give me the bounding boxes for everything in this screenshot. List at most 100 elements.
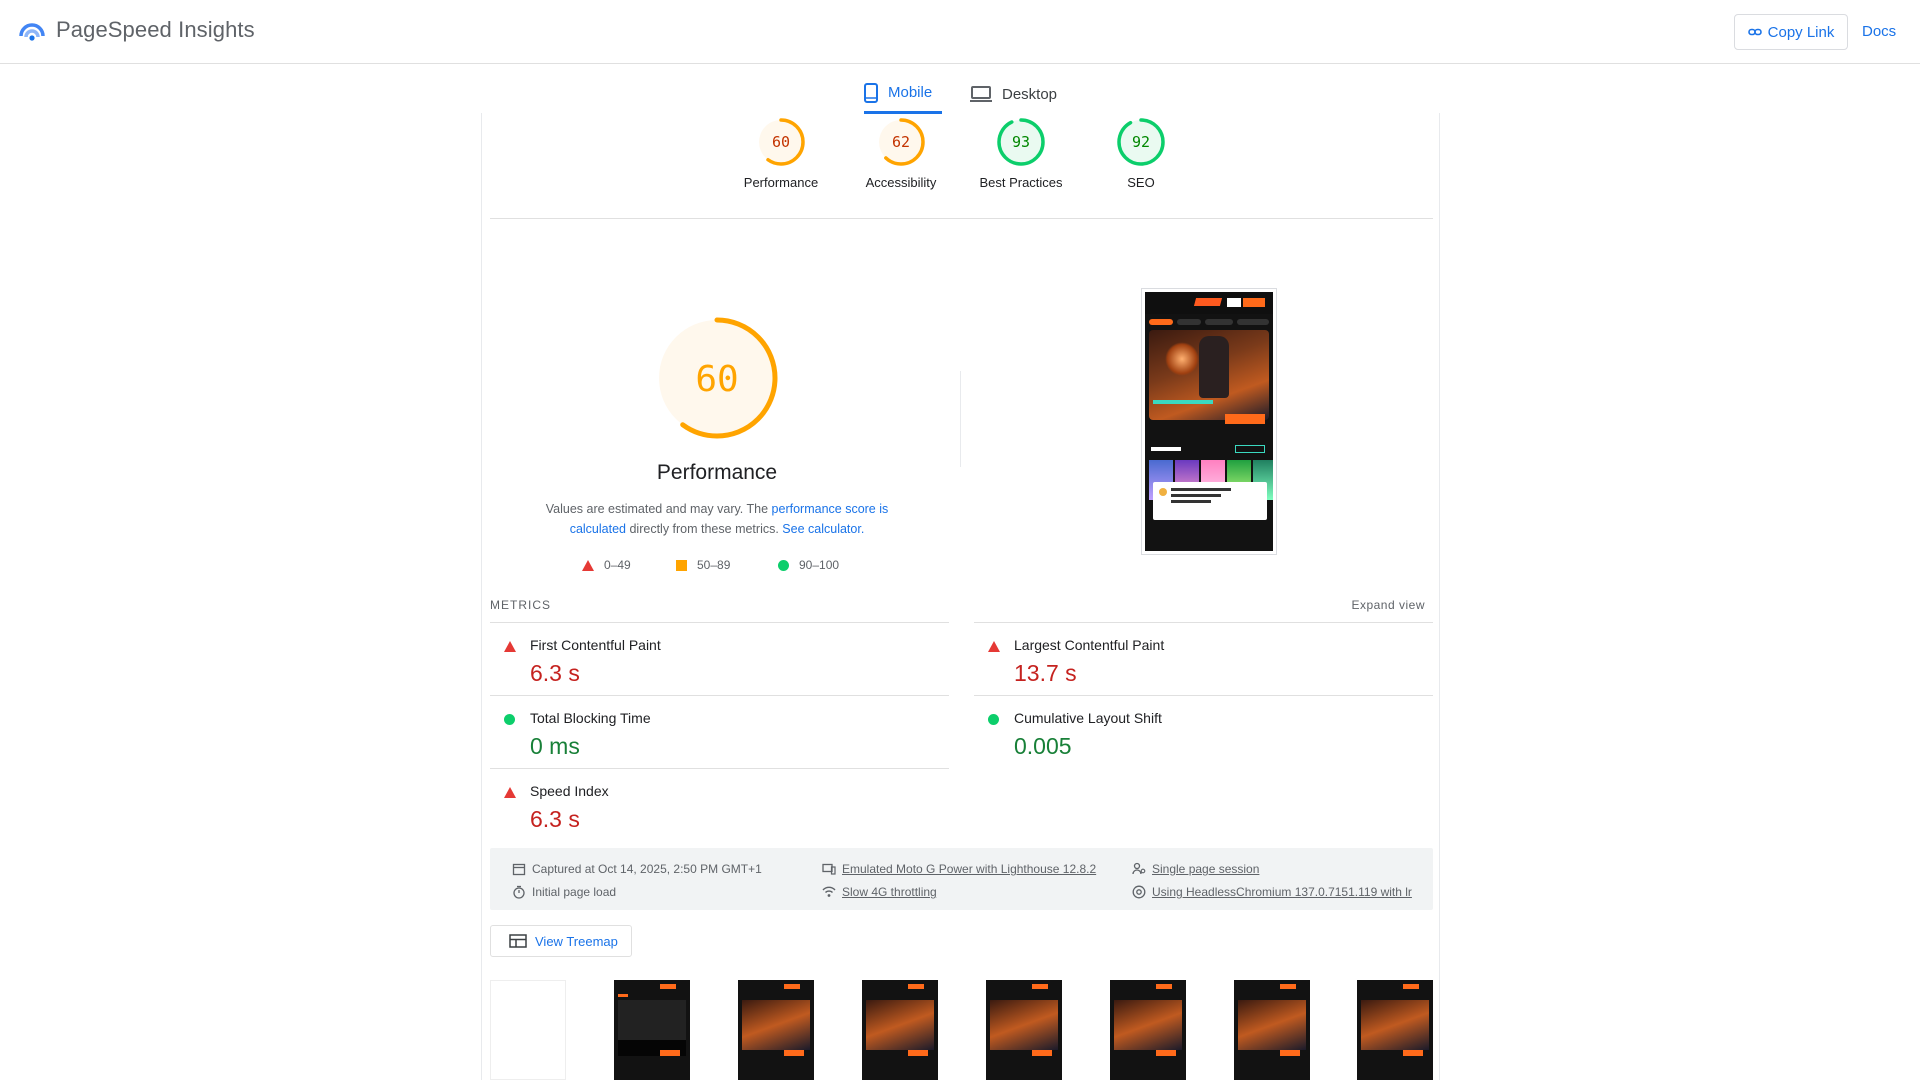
metric-largest-contentful-paint: Largest Contentful Paint 13.7 s (974, 622, 1433, 695)
tab-mobile-label: Mobile (888, 84, 933, 101)
circle-icon (988, 714, 999, 725)
device-tabs: Mobile Desktop (860, 74, 1080, 114)
category-accessibility[interactable]: 62 Accessibility (846, 117, 956, 190)
metric-first-contentful-paint: First Contentful Paint 6.3 s (490, 622, 949, 695)
metric-name: Cumulative Layout Shift (1014, 710, 1162, 726)
browser-version[interactable]: Using HeadlessChromium 137.0.7151.119 wi… (1132, 885, 1412, 899)
throttling[interactable]: Slow 4G throttling (822, 885, 937, 899)
score-value: 93 (1012, 133, 1030, 151)
copy-link-label: Copy Link (1767, 23, 1835, 41)
filmstrip-frame (986, 980, 1062, 1080)
session-text: Single page session (1152, 862, 1260, 876)
category-label: SEO (1127, 175, 1155, 190)
metric-name: Largest Contentful Paint (1014, 637, 1165, 653)
see-calculator-link[interactable]: See calculator. (782, 522, 864, 536)
legend-fail: 0–49 (582, 558, 631, 572)
expand-view-button[interactable]: Expand view (1351, 598, 1425, 612)
metric-name: First Contentful Paint (530, 637, 661, 653)
score-value: 60 (772, 133, 790, 151)
metric-value: 6.3 s (530, 660, 580, 686)
emulated-device[interactable]: Emulated Moto G Power with Lighthouse 12… (822, 862, 1096, 876)
captured-text: Captured at Oct 14, 2025, 2:50 PM GMT+1 (532, 862, 762, 876)
pagespeed-logo-icon (19, 23, 45, 41)
category-label: Best Practices (979, 175, 1063, 190)
tab-desktop[interactable]: Desktop (970, 74, 1070, 114)
final-screenshot[interactable] (1141, 288, 1277, 555)
docs-link[interactable]: Docs (1862, 23, 1896, 40)
filmstrip-frame (1357, 980, 1433, 1080)
category-best-practices[interactable]: 93 Best Practices (966, 117, 1076, 190)
wifi-icon (822, 886, 836, 897)
performance-gauge: 60 (656, 317, 778, 439)
score-gauge: 60 (757, 118, 805, 166)
category-label: Performance (743, 175, 819, 190)
treemap-icon (509, 934, 527, 948)
circle-icon (778, 559, 789, 571)
treemap-label: View Treemap (535, 933, 618, 949)
performance-title: Performance (656, 461, 778, 484)
score-value: 62 (892, 133, 910, 151)
divider (490, 218, 1433, 219)
metric-name: Total Blocking Time (530, 710, 651, 726)
filmstrip-frame (1110, 980, 1186, 1080)
desc-text: directly from these metrics. (626, 522, 783, 536)
score-legend: 0–49 50–89 90–100 (582, 558, 872, 578)
filmstrip-frame (614, 980, 690, 1080)
circle-icon (504, 714, 515, 725)
person-icon (1132, 862, 1146, 875)
category-performance[interactable]: 60 Performance (726, 117, 836, 190)
metric-cumulative-layout-shift: Cumulative Layout Shift 0.005 (974, 695, 1433, 768)
filmstrip-frame (738, 980, 814, 1080)
metric-value: 0.005 (1014, 733, 1072, 759)
legend-label: 50–89 (697, 558, 731, 572)
top-bar: PageSpeed Insights Copy Link Docs (0, 0, 1920, 64)
divider (960, 371, 961, 467)
performance-description: Values are estimated and may vary. The p… (532, 499, 902, 539)
triangle-icon (582, 559, 594, 571)
runtime-info: Captured at Oct 14, 2025, 2:50 PM GMT+1 … (490, 848, 1433, 910)
laptop-icon (970, 86, 992, 102)
tab-mobile[interactable]: Mobile (864, 74, 942, 114)
metrics-header: METRICS Expand view (490, 598, 1433, 618)
legend-average: 50–89 (676, 558, 730, 572)
metric-name: Speed Index (530, 783, 609, 799)
link-icon (1747, 28, 1762, 36)
triangle-icon (988, 641, 1000, 652)
screenshot-image (1145, 292, 1273, 551)
legend-pass: 90–100 (778, 558, 839, 572)
chrome-icon (1132, 885, 1146, 899)
category-label: Accessibility (865, 175, 937, 190)
device-text: Emulated Moto G Power with Lighthouse 12… (842, 862, 1097, 876)
brand[interactable]: PageSpeed Insights (18, 16, 255, 44)
metric-value: 13.7 s (1014, 660, 1077, 686)
initial-page-load: Initial page load (512, 885, 616, 899)
metric-speed-index: Speed Index 6.3 s (490, 768, 949, 841)
score-gauge: 62 (877, 118, 925, 166)
score-gauge: 92 (1117, 118, 1165, 166)
smartphone-icon (864, 82, 878, 103)
throttling-text: Slow 4G throttling (842, 885, 937, 899)
score-value: 92 (1132, 133, 1150, 151)
filmstrip-frame (490, 980, 566, 1080)
triangle-icon (504, 787, 516, 798)
square-icon (676, 559, 687, 571)
metric-value: 0 ms (530, 733, 580, 759)
single-page-session[interactable]: Single page session (1132, 862, 1259, 876)
report-card: 60 Performance 62 Accessibility 93 Best … (481, 113, 1440, 1080)
view-treemap-button[interactable]: View Treemap (490, 925, 632, 957)
metric-value: 6.3 s (530, 806, 580, 832)
filmstrip (490, 980, 1433, 1080)
category-scores: 60 Performance 62 Accessibility 93 Best … (482, 117, 1441, 219)
filmstrip-frame (862, 980, 938, 1080)
legend-label: 0–49 (604, 558, 631, 572)
timer-icon (513, 885, 525, 899)
legend-label: 90–100 (799, 558, 840, 572)
performance-score: 60 (695, 359, 738, 400)
category-seo[interactable]: 92 SEO (1086, 117, 1196, 190)
score-gauge: 93 (997, 118, 1045, 166)
metrics-label: METRICS (490, 598, 551, 612)
captured-at: Captured at Oct 14, 2025, 2:50 PM GMT+1 (512, 862, 762, 876)
copy-link-button[interactable]: Copy Link (1734, 14, 1848, 50)
tab-desktop-label: Desktop (1002, 85, 1058, 103)
filmstrip-frame (1234, 980, 1310, 1080)
